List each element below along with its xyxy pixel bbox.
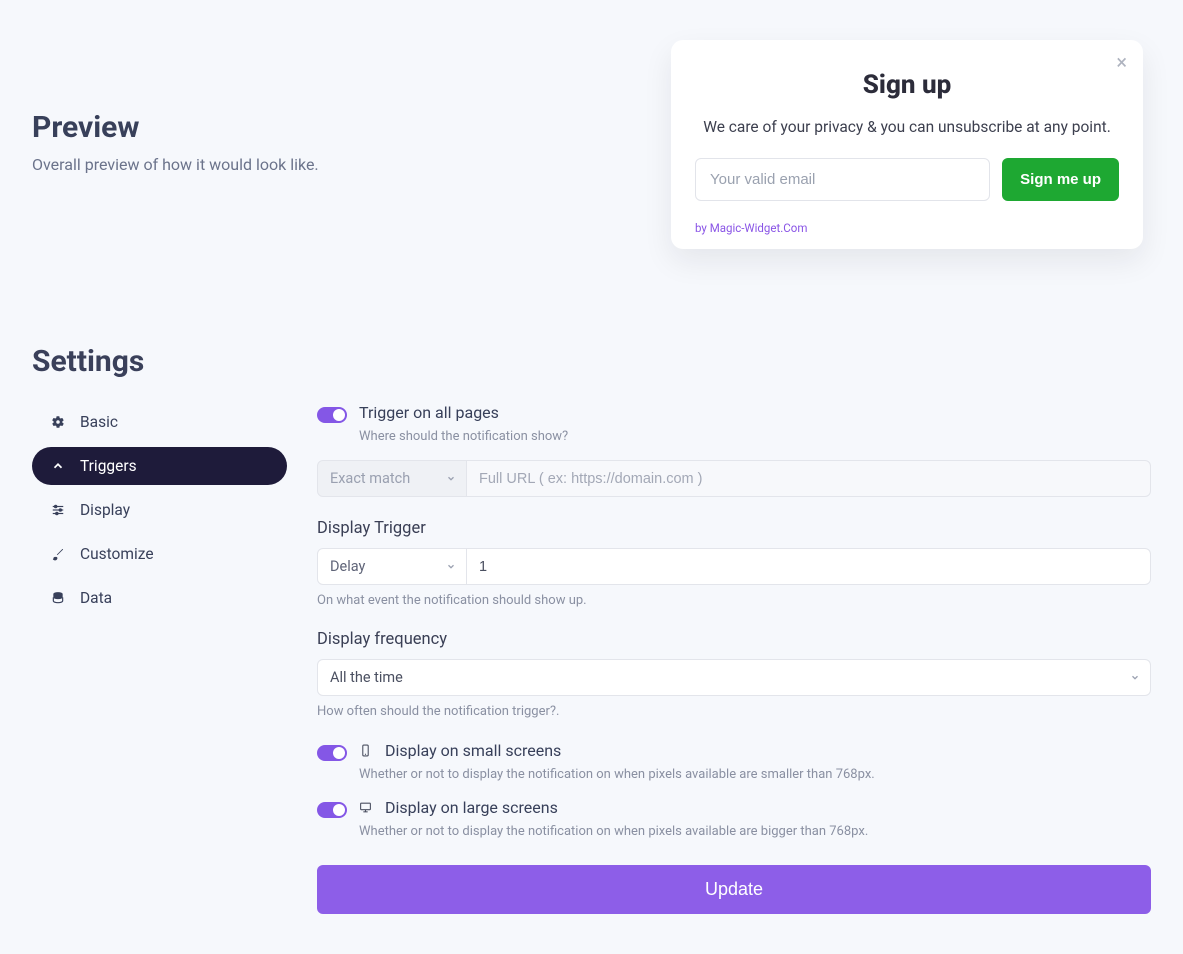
display-frequency-select[interactable]: All the time <box>317 659 1151 696</box>
display-frequency-label: Display frequency <box>317 630 1151 649</box>
small-screens-label: Display on small screens <box>385 741 561 760</box>
signup-preview-card: × Sign up We care of your privacy & you … <box>671 40 1143 249</box>
nav-label: Data <box>80 589 112 607</box>
display-trigger-label: Display Trigger <box>317 519 1151 538</box>
display-trigger-help: On what event the notification should sh… <box>317 593 1151 608</box>
trigger-all-pages-toggle[interactable] <box>317 407 347 423</box>
chevron-up-icon <box>50 458 66 474</box>
triggers-panel: Trigger on all pages Where should the no… <box>317 403 1151 914</box>
trigger-all-pages-label: Trigger on all pages <box>359 403 499 422</box>
display-trigger-value-input[interactable] <box>467 548 1151 585</box>
nav-label: Customize <box>80 545 154 563</box>
signup-description: We care of your privacy & you can unsubs… <box>695 118 1119 136</box>
signup-submit-button[interactable]: Sign me up <box>1002 158 1119 201</box>
chevron-down-icon <box>446 470 456 487</box>
chevron-down-icon <box>1130 669 1140 686</box>
brush-icon <box>50 546 66 562</box>
display-frequency-value: All the time <box>330 669 403 686</box>
trigger-all-pages-help: Where should the notification show? <box>359 429 1151 444</box>
nav-label: Basic <box>80 413 118 431</box>
database-icon <box>50 590 66 606</box>
signup-email-input[interactable] <box>695 158 990 201</box>
display-trigger-type-value: Delay <box>330 558 365 575</box>
nav-item-display[interactable]: Display <box>32 491 287 529</box>
small-screens-toggle[interactable] <box>317 745 347 761</box>
close-icon[interactable]: × <box>1116 52 1127 72</box>
nav-label: Display <box>80 501 130 519</box>
url-match-type-select[interactable]: Exact match <box>317 460 467 497</box>
settings-title: Settings <box>32 344 1151 379</box>
url-input[interactable] <box>467 460 1151 497</box>
chevron-down-icon <box>446 558 456 575</box>
small-screens-help: Whether or not to display the notificati… <box>359 767 1151 782</box>
nav-item-triggers[interactable]: Triggers <box>32 447 287 485</box>
signup-title: Sign up <box>695 70 1119 100</box>
settings-nav: Basic Triggers Display Customize <box>32 403 287 914</box>
url-match-type-value: Exact match <box>330 470 410 487</box>
display-frequency-help: How often should the notification trigge… <box>317 704 1151 719</box>
update-button[interactable]: Update <box>317 865 1151 914</box>
sliders-icon <box>50 502 66 518</box>
nav-item-basic[interactable]: Basic <box>32 403 287 441</box>
nav-item-customize[interactable]: Customize <box>32 535 287 573</box>
gear-icon <box>50 414 66 430</box>
nav-label: Triggers <box>80 457 137 475</box>
large-screens-help: Whether or not to display the notificati… <box>359 824 1151 839</box>
large-screens-toggle[interactable] <box>317 802 347 818</box>
signup-footer-link[interactable]: by Magic-Widget.Com <box>695 221 1119 235</box>
desktop-icon <box>359 800 375 815</box>
display-trigger-type-select[interactable]: Delay <box>317 548 467 585</box>
nav-item-data[interactable]: Data <box>32 579 287 617</box>
large-screens-label: Display on large screens <box>385 798 558 817</box>
mobile-icon <box>359 743 375 758</box>
